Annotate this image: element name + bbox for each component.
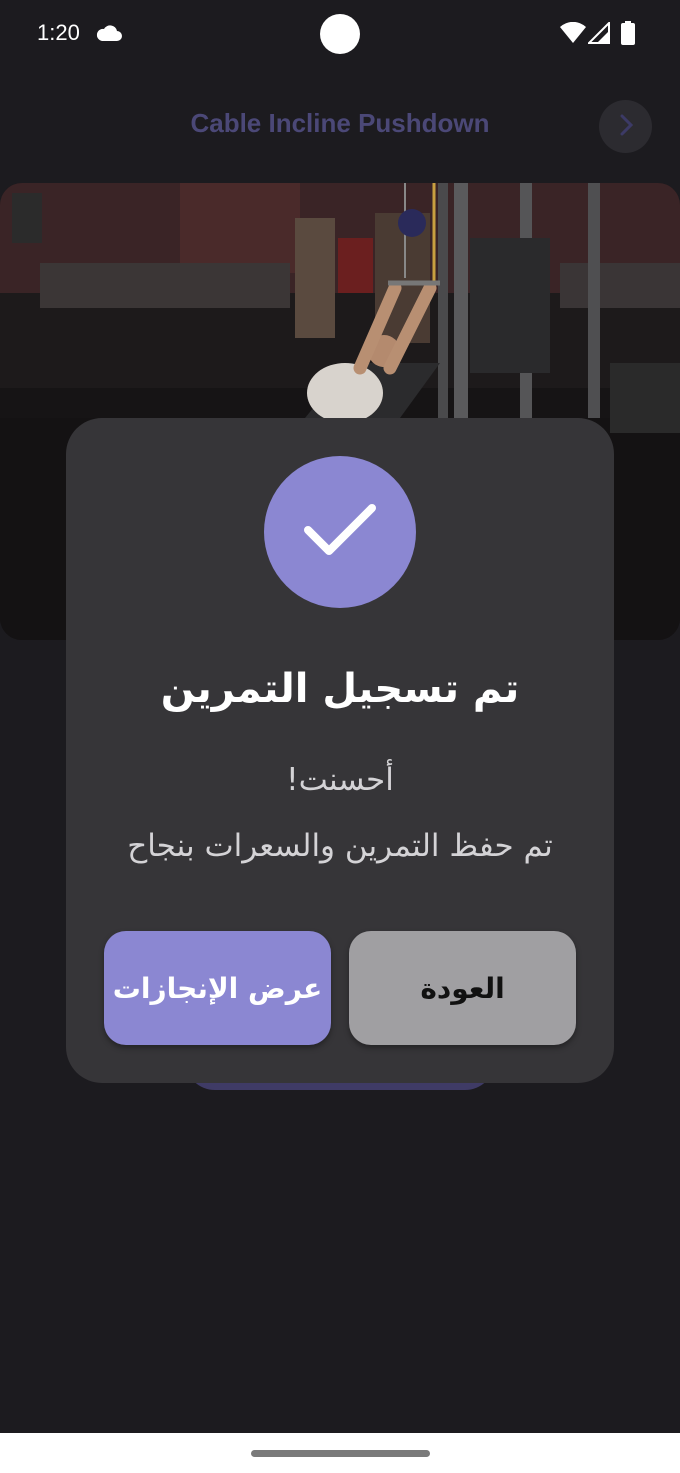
dialog-message-saved: تم حفظ التمرين والسعرات بنجاح — [127, 828, 553, 864]
success-badge — [264, 456, 416, 608]
gesture-handle[interactable] — [251, 1450, 430, 1457]
view-achievements-button[interactable]: عرض الإنجازات — [104, 931, 331, 1045]
workout-logged-dialog: تم تسجيل التمرين أحسنت! تم حفظ التمرين و… — [66, 418, 614, 1083]
back-button[interactable]: العودة — [349, 931, 576, 1045]
navigation-bar — [0, 1433, 680, 1473]
dialog-message-praise: أحسنت! — [286, 762, 394, 798]
check-icon — [300, 500, 380, 564]
dialog-title: تم تسجيل التمرين — [160, 666, 520, 712]
